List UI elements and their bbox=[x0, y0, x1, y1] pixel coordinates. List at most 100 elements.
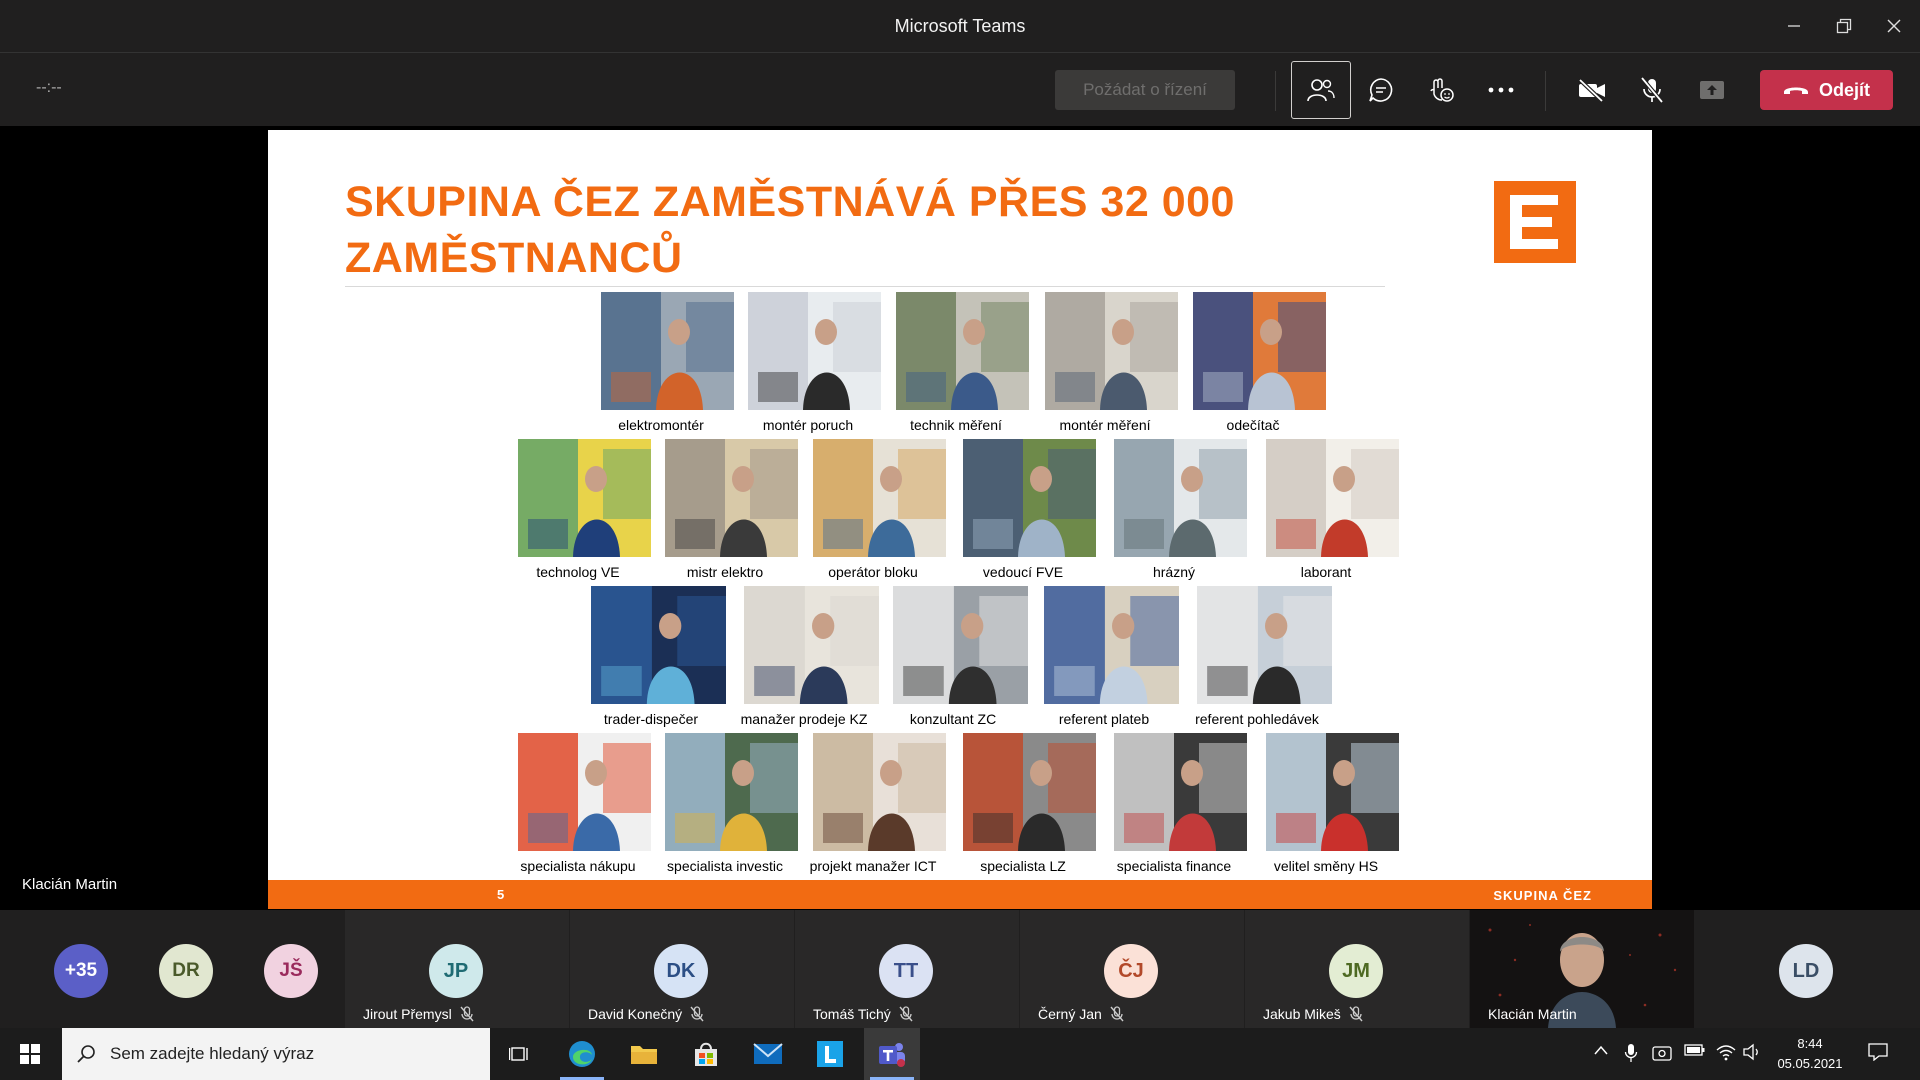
tray-microphone[interactable] bbox=[1624, 1043, 1638, 1068]
participant-tile[interactable]: ČJ Černý Jan bbox=[1020, 910, 1244, 1028]
photo-image bbox=[1044, 586, 1179, 704]
participant-avatar[interactable]: DR bbox=[159, 944, 213, 998]
photo-tile: odečítač bbox=[1193, 292, 1326, 433]
photo-tile: hrázný bbox=[1114, 439, 1247, 580]
minimize-button[interactable] bbox=[1774, 10, 1814, 42]
photo-caption: odečítač bbox=[1226, 417, 1280, 433]
photo-tile: referent pohledávek bbox=[1195, 586, 1332, 727]
participant-avatar[interactable]: JŠ bbox=[264, 944, 318, 998]
meeting-toolbar: --:-- Požádat o řízení Odejít bbox=[0, 52, 1920, 126]
restore-button[interactable] bbox=[1824, 10, 1864, 42]
photo-caption: specialista investic bbox=[667, 858, 783, 874]
photo-image bbox=[748, 292, 881, 410]
headline-line-2: ZAMĚSTNANCŮ bbox=[345, 234, 683, 282]
tray-meet-now[interactable] bbox=[1652, 1043, 1672, 1068]
microphone-off-icon bbox=[1640, 76, 1664, 104]
photo-tile: trader-dispečer bbox=[591, 586, 726, 727]
participant-tile[interactable]: JM Jakub Mikeš bbox=[1245, 910, 1469, 1028]
reactions-button[interactable] bbox=[1411, 61, 1471, 119]
slide-footer: 5 SKUPINA ČEZ bbox=[268, 880, 1652, 909]
headline-rule bbox=[345, 286, 1385, 287]
wifi-icon bbox=[1716, 1045, 1736, 1061]
taskbar-app-edge[interactable] bbox=[554, 1028, 610, 1080]
photo-image bbox=[1266, 733, 1399, 851]
photo-caption: hrázný bbox=[1152, 564, 1196, 580]
microphone-toggle-button[interactable] bbox=[1622, 61, 1682, 119]
photo-caption: trader-dispečer bbox=[603, 711, 699, 727]
windows-logo-icon bbox=[20, 1044, 40, 1064]
photo-caption: technolog VE bbox=[536, 564, 620, 580]
taskbar-app-store[interactable] bbox=[678, 1028, 734, 1080]
l-app-icon bbox=[817, 1041, 843, 1067]
participant-tile[interactable]: JP Jirout Přemysl bbox=[345, 910, 569, 1028]
chat-button[interactable] bbox=[1351, 61, 1411, 119]
camera-toggle-button[interactable] bbox=[1562, 61, 1622, 119]
share-content-button[interactable] bbox=[1682, 61, 1742, 119]
taskbar-app-teams[interactable] bbox=[864, 1028, 920, 1080]
notification-center-button[interactable] bbox=[1868, 1043, 1888, 1066]
folder-icon bbox=[631, 1046, 657, 1064]
request-control-button[interactable]: Požádat o řízení bbox=[1055, 70, 1235, 110]
photo-tile: mistr elektro bbox=[665, 439, 798, 580]
participant-name: Jirout Přemysl bbox=[363, 1006, 452, 1022]
participant-avatar: JP bbox=[429, 944, 483, 998]
muted-mic-icon bbox=[1110, 1006, 1124, 1022]
photo-image bbox=[893, 586, 1028, 704]
battery-icon bbox=[1684, 1044, 1705, 1056]
photo-tile: laborant bbox=[1266, 439, 1399, 580]
window-title: Microsoft Teams bbox=[894, 16, 1026, 36]
title-bar: Microsoft Teams bbox=[0, 0, 1920, 52]
task-view-button[interactable] bbox=[492, 1028, 548, 1080]
slide-headline: SKUPINA ČEZ ZAMĚSTNÁVÁ PŘES 32 000 ZAMĚS… bbox=[345, 174, 1325, 286]
headline-line-1: SKUPINA ČEZ ZAMĚSTNÁVÁ PŘES 32 000 bbox=[345, 178, 1235, 226]
participant-tile[interactable]: DK David Konečný bbox=[570, 910, 794, 1028]
photo-image bbox=[813, 439, 946, 557]
taskbar-app-l[interactable] bbox=[802, 1028, 858, 1080]
teams-icon bbox=[879, 1043, 905, 1067]
participant-name: David Konečný bbox=[588, 1006, 683, 1022]
photo-image bbox=[601, 292, 734, 410]
photo-image bbox=[518, 439, 651, 557]
close-window-button[interactable] bbox=[1874, 10, 1914, 42]
start-button[interactable] bbox=[2, 1028, 58, 1080]
photo-tile: elektromontér bbox=[601, 292, 734, 433]
photo-caption: velitel směny HS bbox=[1273, 858, 1379, 874]
more-participants-badge[interactable]: +35 bbox=[54, 944, 108, 998]
photo-tile: velitel směny HS bbox=[1266, 733, 1399, 874]
tray-network[interactable] bbox=[1716, 1043, 1736, 1066]
participant-video-tile[interactable]: Klacián Martin bbox=[1470, 910, 1694, 1028]
toolbar-divider bbox=[1545, 71, 1546, 111]
tray-overflow-button[interactable] bbox=[1593, 1043, 1609, 1061]
participant-tile[interactable]: TT Tomáš Tichý bbox=[795, 910, 1019, 1028]
more-actions-button[interactable] bbox=[1471, 61, 1531, 119]
taskbar-app-file-explorer[interactable] bbox=[616, 1028, 672, 1080]
participants-button[interactable] bbox=[1291, 61, 1351, 119]
taskbar-clock[interactable]: 8:44 05.05.2021 bbox=[1755, 1034, 1865, 1074]
close-icon bbox=[1887, 19, 1901, 33]
photo-caption: referent pohledávek bbox=[1195, 711, 1319, 727]
photo-caption: technik měření bbox=[910, 417, 1002, 433]
photo-image bbox=[518, 733, 651, 851]
photo-image bbox=[1193, 292, 1326, 410]
presenter-name-label: Klacián Martin bbox=[22, 876, 118, 893]
participant-strip: +35 DR JŠ JP Jirout Přemysl DK David Kon… bbox=[0, 910, 1920, 1028]
leave-meeting-button[interactable]: Odejít bbox=[1760, 70, 1893, 110]
taskbar-search-box[interactable]: Sem zadejte hledaný výraz bbox=[62, 1028, 490, 1080]
tray-battery[interactable] bbox=[1684, 1043, 1706, 1062]
participant-tile[interactable]: LD bbox=[1695, 910, 1919, 1028]
photo-tile: technolog VE bbox=[518, 439, 651, 580]
photo-tile: montér měření bbox=[1045, 292, 1178, 433]
taskbar-app-mail[interactable] bbox=[740, 1028, 796, 1080]
clock-date: 05.05.2021 bbox=[1777, 1056, 1843, 1071]
photo-image bbox=[591, 586, 726, 704]
people-icon bbox=[1307, 79, 1335, 102]
photo-tile: manažer prodeje KZ bbox=[741, 586, 879, 727]
participant-avatar: DK bbox=[654, 944, 708, 998]
mail-icon bbox=[753, 1043, 783, 1064]
leave-label: Odejít bbox=[1818, 79, 1870, 100]
presentation-slide: SKUPINA ČEZ ZAMĚSTNÁVÁ PŘES 32 000 ZAMĚS… bbox=[268, 130, 1652, 909]
photo-tile: technik měření bbox=[896, 292, 1029, 433]
photo-image bbox=[665, 733, 798, 851]
photo-tile: projekt manažer ICT bbox=[810, 733, 946, 874]
photo-caption: mistr elektro bbox=[686, 564, 764, 580]
